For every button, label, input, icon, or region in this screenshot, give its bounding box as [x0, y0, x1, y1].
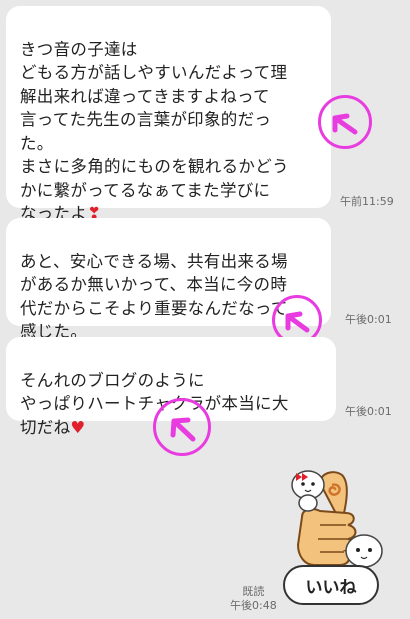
sticker-speech-bubble: いいね — [283, 565, 379, 605]
message-text: あと、安心できる場、共有出来る場 があるか無いかって、本当に今の時 代だからこそ… — [20, 251, 288, 342]
read-receipt: 既読 午後0:48 — [230, 585, 277, 613]
sticker-caption: いいね — [305, 577, 357, 598]
message-text: きつ音の子達は どもる方が話しやすいんだよって理 解出来れば違ってきますよねって… — [20, 39, 289, 224]
read-label: 既読 — [242, 585, 265, 598]
message-bubble-1[interactable]: きつ音の子達は どもる方が話しやすいんだよって理 解出来れば違ってきますよねって… — [6, 6, 331, 223]
annotation-arrow-1 — [318, 95, 372, 149]
message-time-3: 午後0:01 — [345, 405, 392, 418]
annotation-arrow-3 — [153, 398, 211, 456]
red-heart-emoji: ♥ — [70, 417, 86, 437]
message-time-2: 午後0:01 — [345, 313, 392, 326]
read-time: 午後0:48 — [230, 599, 277, 612]
message-time-1: 午前11:59 — [340, 195, 394, 208]
